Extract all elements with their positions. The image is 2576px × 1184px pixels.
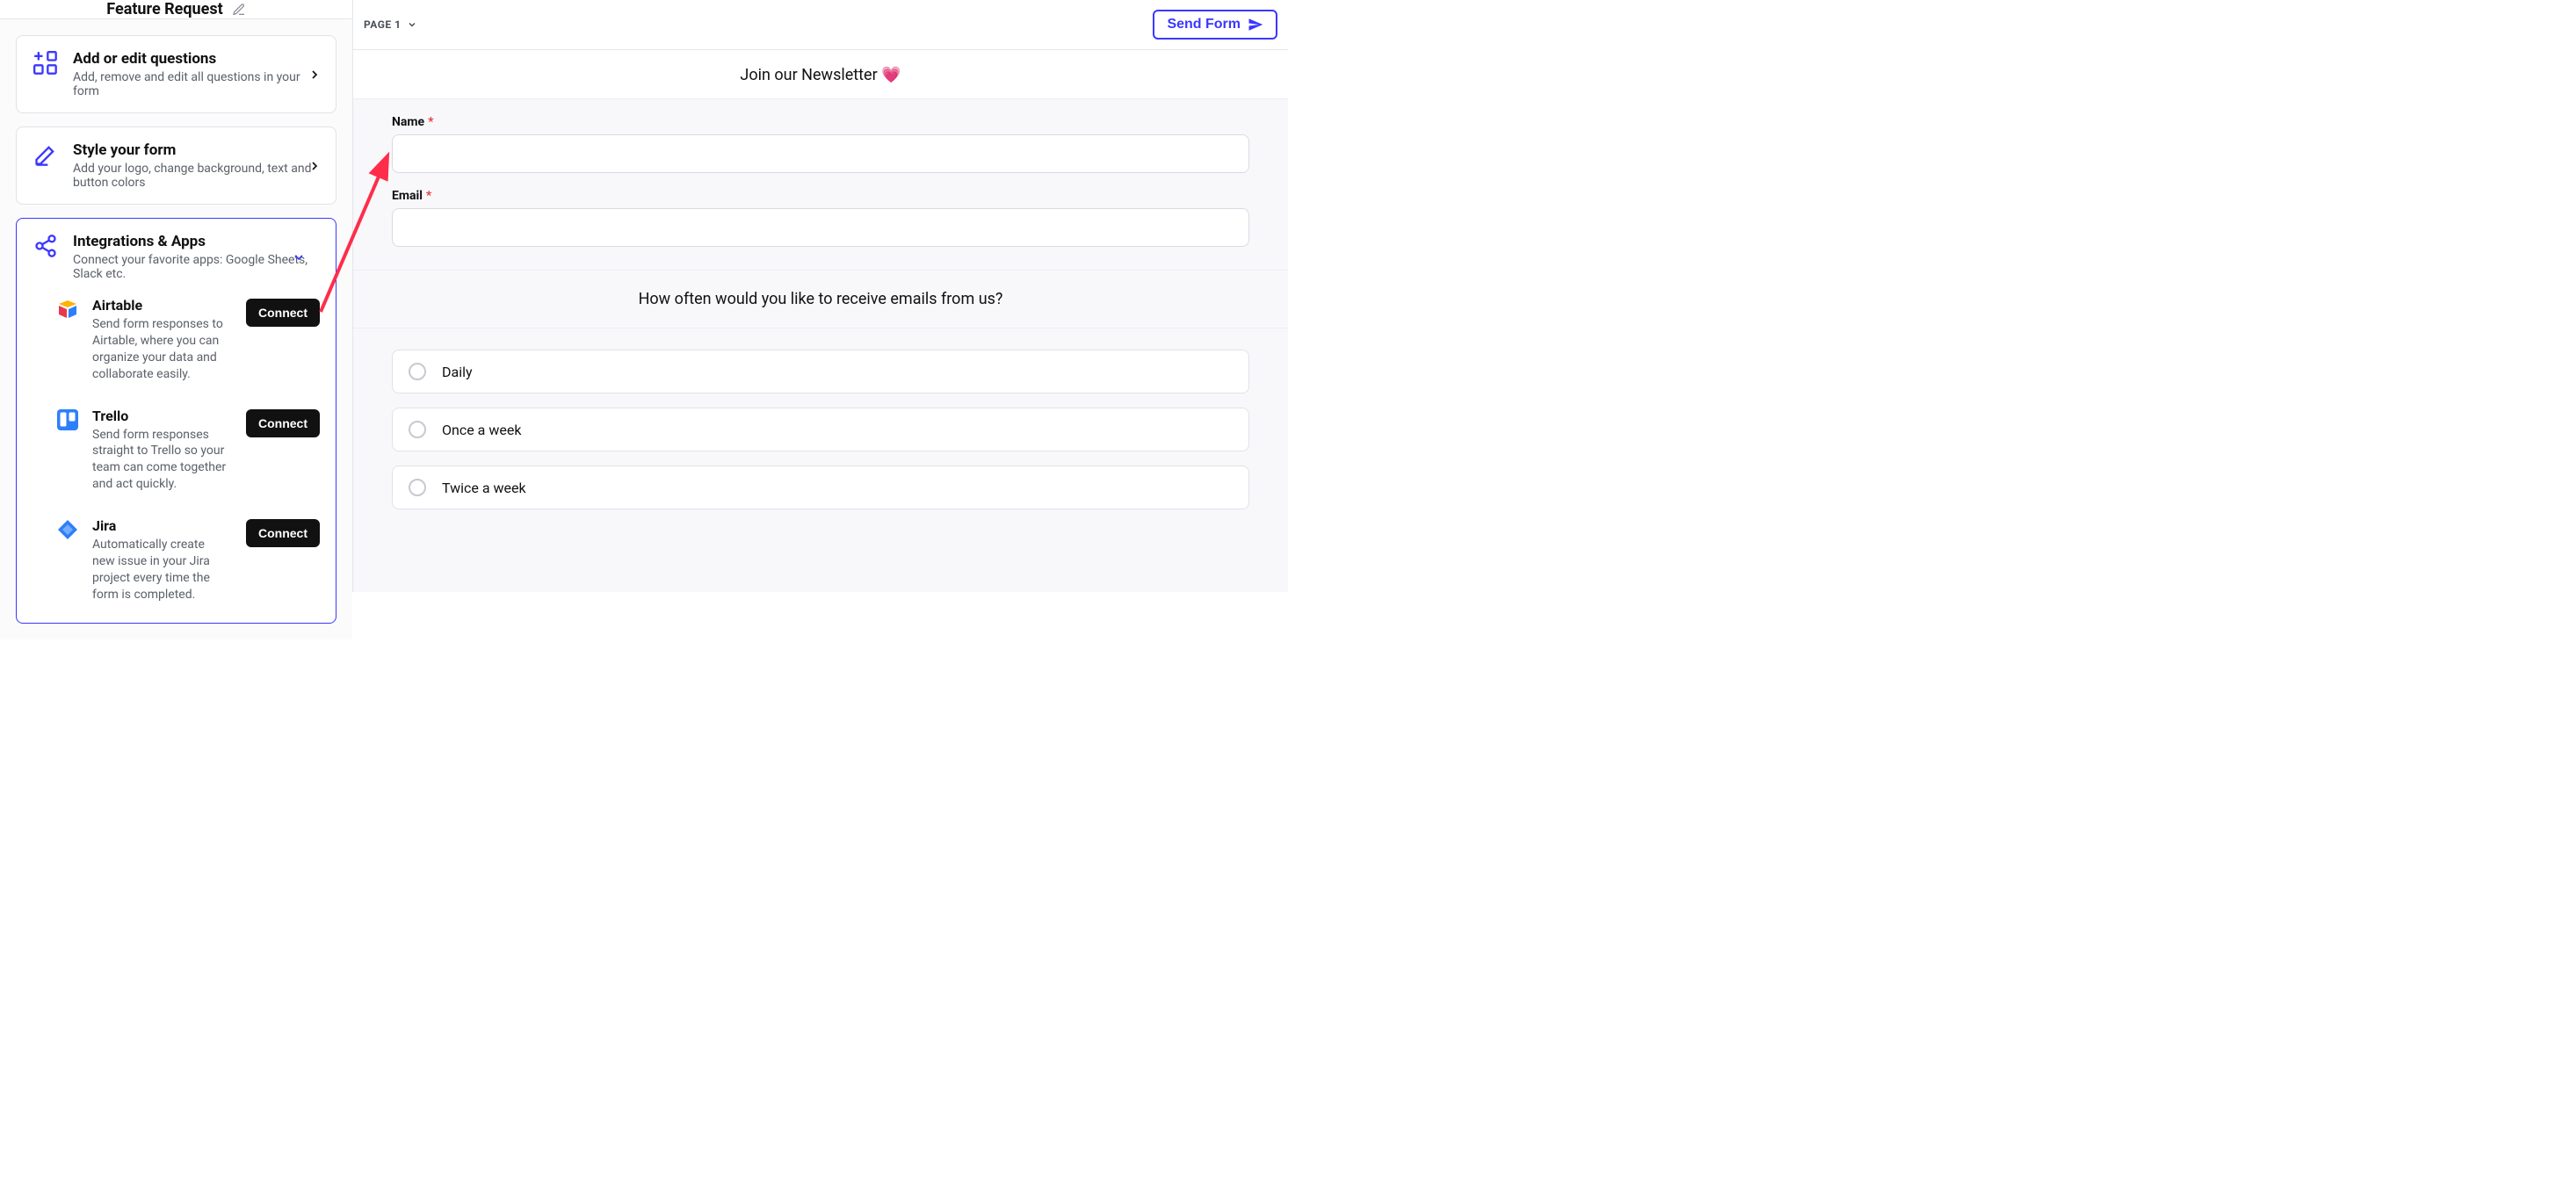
integration-description: Send form responses to Airtable, where y…	[92, 316, 228, 383]
grid-plus-icon	[33, 50, 59, 76]
email-input[interactable]	[392, 208, 1249, 247]
form-preview-title: Join our Newsletter 💗	[353, 50, 1288, 99]
card-title: Style your form	[73, 141, 320, 159]
send-button-label: Send Form	[1167, 17, 1241, 32]
required-indicator: *	[428, 115, 433, 129]
card-subtitle: Connect your favorite apps: Google Sheet…	[73, 253, 320, 281]
chevron-down-icon	[407, 19, 417, 30]
card-integrations[interactable]: Integrations & Apps Connect your favorit…	[16, 218, 336, 624]
integrations-list: Airtable Send form responses to Airtable…	[33, 297, 320, 603]
integration-title: Airtable	[92, 297, 228, 314]
required-indicator: *	[426, 189, 431, 203]
card-subtitle: Add, remove and edit all questions in yo…	[73, 70, 320, 98]
jira-icon	[57, 519, 78, 540]
option-once-a-week[interactable]: Once a week	[392, 408, 1249, 451]
integration-title: Trello	[92, 408, 228, 424]
option-label: Daily	[442, 364, 473, 380]
card-subtitle: Add your logo, change background, text a…	[73, 162, 320, 190]
frequency-question: How often would you like to receive emai…	[353, 271, 1288, 328]
integration-airtable: Airtable Send form responses to Airtable…	[57, 297, 320, 383]
preview-header: PAGE 1 Send Form	[353, 0, 1288, 50]
option-label: Twice a week	[442, 480, 526, 496]
option-label: Once a week	[442, 422, 521, 438]
form-title: Feature Request	[106, 0, 222, 18]
integration-trello: Trello Send form responses straight to T…	[57, 408, 320, 494]
name-label: Name	[392, 115, 424, 129]
card-title: Add or edit questions	[73, 50, 320, 68]
chevron-down-icon	[292, 250, 306, 264]
chevron-right-icon	[308, 159, 322, 173]
card-title: Integrations & Apps	[73, 233, 320, 250]
editor-panel: Feature Request Add or edit questions Ad…	[0, 0, 353, 592]
editor-header: Feature Request	[0, 0, 352, 19]
connect-jira-button[interactable]: Connect	[246, 519, 320, 547]
option-daily[interactable]: Daily	[392, 350, 1249, 393]
pencil-underline-icon	[33, 141, 59, 168]
radio-icon	[409, 421, 426, 438]
card-style-form[interactable]: Style your form Add your logo, change ba…	[16, 126, 336, 205]
card-add-edit-questions[interactable]: Add or edit questions Add, remove and ed…	[16, 35, 336, 113]
frequency-options: Daily Once a week Twice a week	[353, 328, 1288, 531]
page-label: PAGE 1	[364, 18, 402, 31]
preview-body: Join our Newsletter 💗 Name * Email *	[353, 50, 1288, 592]
connect-trello-button[interactable]: Connect	[246, 409, 320, 437]
email-label: Email	[392, 189, 423, 203]
preview-panel: PAGE 1 Send Form Join our Newsletter 💗 N…	[353, 0, 1288, 592]
trello-icon	[57, 409, 78, 430]
field-email: Email *	[392, 189, 1249, 247]
page-selector[interactable]: PAGE 1	[364, 18, 417, 31]
share-icon	[33, 233, 59, 259]
radio-icon	[409, 479, 426, 496]
airtable-icon	[57, 299, 78, 320]
send-icon	[1248, 17, 1263, 32]
integration-description: Send form responses straight to Trello s…	[92, 427, 228, 494]
chevron-right-icon	[308, 68, 322, 82]
radio-icon	[409, 363, 426, 380]
edit-title-icon[interactable]	[232, 3, 246, 17]
integration-description: Automatically create new issue in your J…	[92, 537, 228, 603]
field-name: Name *	[392, 115, 1249, 173]
connect-airtable-button[interactable]: Connect	[246, 299, 320, 327]
option-twice-a-week[interactable]: Twice a week	[392, 466, 1249, 509]
integration-title: Jira	[92, 517, 228, 534]
form-fields-section: Name * Email *	[353, 99, 1288, 271]
integration-jira: Jira Automatically create new issue in y…	[57, 517, 320, 603]
send-form-button[interactable]: Send Form	[1153, 10, 1277, 40]
name-input[interactable]	[392, 134, 1249, 173]
editor-body: Add or edit questions Add, remove and ed…	[0, 19, 352, 639]
